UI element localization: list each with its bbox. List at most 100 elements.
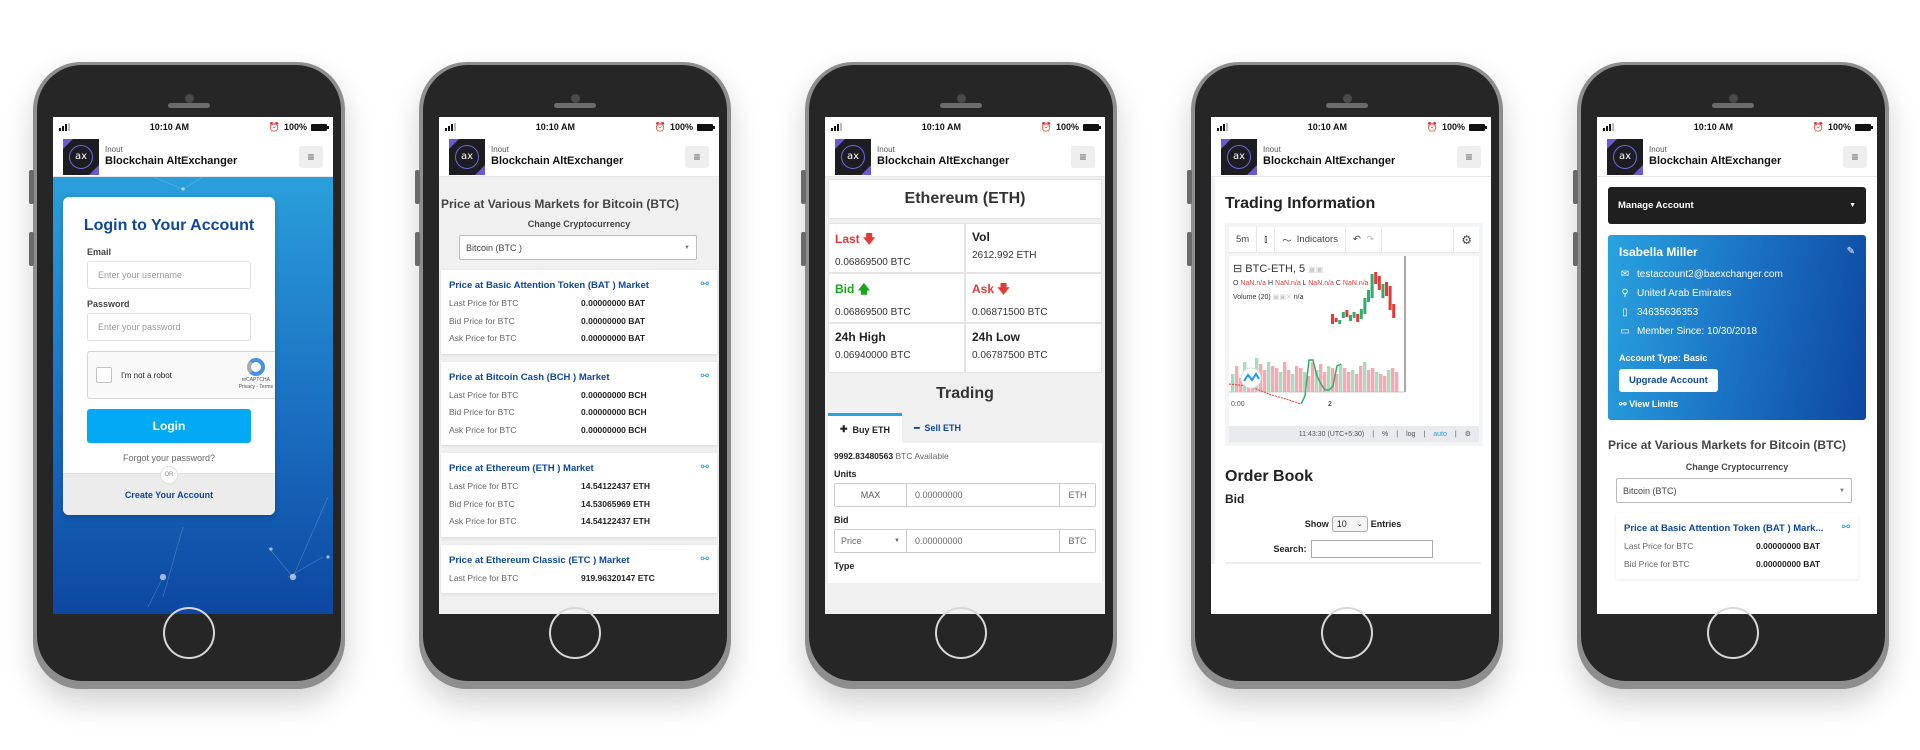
home-button[interactable] [1321,607,1373,659]
chart-settings-button[interactable]: ⚙ [1453,227,1479,252]
manage-account-label: Manage Account [1618,200,1694,211]
markets-title: Price at Various Markets for Bitcoin (BT… [441,197,680,211]
entries-select[interactable]: 10 ⌄ [1331,516,1368,532]
volume-settings-icons[interactable]: ▣▣✕ [1273,294,1292,301]
indicators-button[interactable]: 〜 Indicators [1275,227,1346,252]
volume-bar [1319,364,1323,392]
phone-markets: 10:10 AM ⏰ 100% ax Inout Blockchain AltExc… [415,62,731,689]
link-icon[interactable]: ⚯ [701,279,709,290]
create-account-link[interactable]: Create Your Account [63,490,275,500]
indicators-label: Indicators [1296,234,1338,245]
brand-sub: Inout [877,145,895,155]
tab-sell-eth[interactable]: ━ Sell ETH [902,413,973,443]
crypto-select[interactable]: Bitcoin (BTC ) ▼ [459,235,697,260]
home-button[interactable] [549,607,601,659]
tab-buy-eth[interactable]: ✚ Buy ETH [828,413,903,443]
gear-icon[interactable]: ⚙ [1465,430,1471,438]
market-card-title[interactable]: Price at Basic Attention Token (BAT ) Ma… [1624,523,1850,534]
legend-settings-icons[interactable]: ▣▣ [1308,265,1323,274]
max-button[interactable]: MAX [835,484,907,506]
logo[interactable]: ax [1221,138,1257,175]
hamburger-menu-button[interactable]: ≡ [1457,145,1481,168]
redo-icon[interactable]: ↷ [1366,234,1374,245]
hamburger-menu-button[interactable]: ≡ [1843,145,1867,168]
search-input[interactable] [1310,540,1433,558]
market-row-value: 0.00000000 BAT [581,333,646,343]
logo[interactable]: ax [1607,138,1643,175]
manage-account-dropdown[interactable]: Manage Account ▼ [1608,187,1866,224]
captcha-links[interactable]: Privacy - Terms [239,384,273,391]
speaker [168,103,210,108]
log-scale-button[interactable]: log [1406,431,1415,438]
ohlc-low: NaN.n/a [1308,280,1334,287]
percent-scale-button[interactable]: % [1382,431,1388,438]
screen: 10:10 AM ⏰ 100% ax Inout Blockchain AltExc… [53,117,333,614]
x-tick-label: 0:00 [1231,401,1245,408]
crypto-select[interactable]: Bitcoin (BTC) ▼ [1616,478,1852,503]
volume-bar [1379,374,1383,392]
status-bar: 10:10 AM ⏰ 100% [1211,117,1491,137]
battery-icon [311,123,329,131]
market-card-title[interactable]: Price at Ethereum Classic (ETC ) Market [449,555,709,566]
market-row: Ask Price for BTC 0.00000000 BAT [449,330,709,348]
market-card-title[interactable]: Price at Basic Attention Token (BAT ) Ma… [449,280,709,291]
home-button[interactable] [935,607,987,659]
view-limits-link[interactable]: ⚯ View Limits [1619,399,1855,410]
captcha-checkbox[interactable] [96,367,112,383]
units-input[interactable]: 0.00000000 [907,484,1059,506]
bid-input[interactable]: 0.00000000 [907,530,1059,552]
login-card: Login to Your Account Email Enter your u… [63,197,275,515]
phone-trading: 10:10 AM ⏰ 100% ax Inout Blockchain AltExc… [801,62,1117,689]
home-button[interactable] [1707,607,1759,659]
link-icon[interactable]: ⚯ [701,462,709,473]
interval-button[interactable]: 5m [1229,227,1258,252]
volume-bar [1383,376,1387,392]
candle-style-button[interactable]: ⫾ [1257,227,1276,252]
edit-icon[interactable]: ✎ [1847,246,1855,257]
profile-member-row: ▭ Member Since: 10/30/2018 [1619,326,1855,337]
collapse-icon[interactable]: ⊟ [1233,263,1242,275]
undo-icon[interactable]: ↶ [1353,234,1361,245]
ohlc-legend: O NaN.n/a H NaN.n/a L NaN.n/a C NaN.n/a [1233,280,1369,287]
volume-bar [1395,372,1399,392]
envelope-icon: ✉ [1620,269,1630,280]
volume-down-button [801,232,806,266]
login-background: Login to Your Account Email Enter your u… [53,177,333,614]
market-row-value: 14.53065969 ETH [581,498,650,509]
password-input[interactable]: Enter your password [87,313,251,341]
auto-scale-button[interactable]: auto [1433,431,1447,438]
home-button[interactable] [163,607,215,659]
market-card: Price at Bitcoin Cash (BCH ) Market ⚯ Last… [441,361,717,445]
battery-percent: 100% [1441,122,1465,132]
status-bar: 10:10 AM ⏰ 100% [53,117,333,137]
stat-value: 0.06869500 BTC [835,257,911,268]
email-input[interactable]: Enter your username [87,261,251,289]
logo[interactable]: ax [63,138,99,175]
link-icon[interactable]: ⚯ [1842,522,1850,533]
hamburger-menu-button[interactable]: ≡ [685,145,709,168]
mobile-phone-icon: ▯ [1622,307,1628,318]
volume-bar [1371,368,1375,392]
upgrade-account-button[interactable]: Upgrade Account [1619,369,1718,392]
candle [1341,312,1345,318]
chart-plot-area[interactable]: 0:00 2 ⊟ BTC-ETH, 5 ▣▣ O NaN.n/a H NaN.n/… [1229,256,1479,426]
plus-icon: ✚ [840,424,848,434]
market-card-title[interactable]: Price at Bitcoin Cash (BCH ) Market [449,372,709,383]
hamburger-menu-button[interactable]: ≡ [299,145,323,168]
profile-email: testaccount2@baexchanger.com [1637,269,1783,280]
volume-up-button [1573,170,1578,204]
link-icon[interactable]: ⚯ [701,554,709,565]
forgot-password-link[interactable]: Forgot your password? [63,453,275,463]
logo[interactable]: ax [835,138,871,175]
market-row-value: 14.54122437 ETH [581,481,650,491]
speaker [1712,103,1754,108]
app-header: ax Inout Blockchain AltExchanger ≡ [1597,137,1877,177]
market-card-title[interactable]: Price at Ethereum (ETH ) Market [449,463,709,474]
link-icon[interactable]: ⚯ [701,371,709,382]
logo[interactable]: ax [449,138,485,175]
market-row-label: Bid Price for BTC [449,315,515,326]
bid-type-select[interactable]: Price ▼ [835,530,907,552]
brand-sub: Inout [491,145,509,155]
hamburger-menu-button[interactable]: ≡ [1071,145,1095,168]
login-button[interactable]: Login [87,409,251,443]
